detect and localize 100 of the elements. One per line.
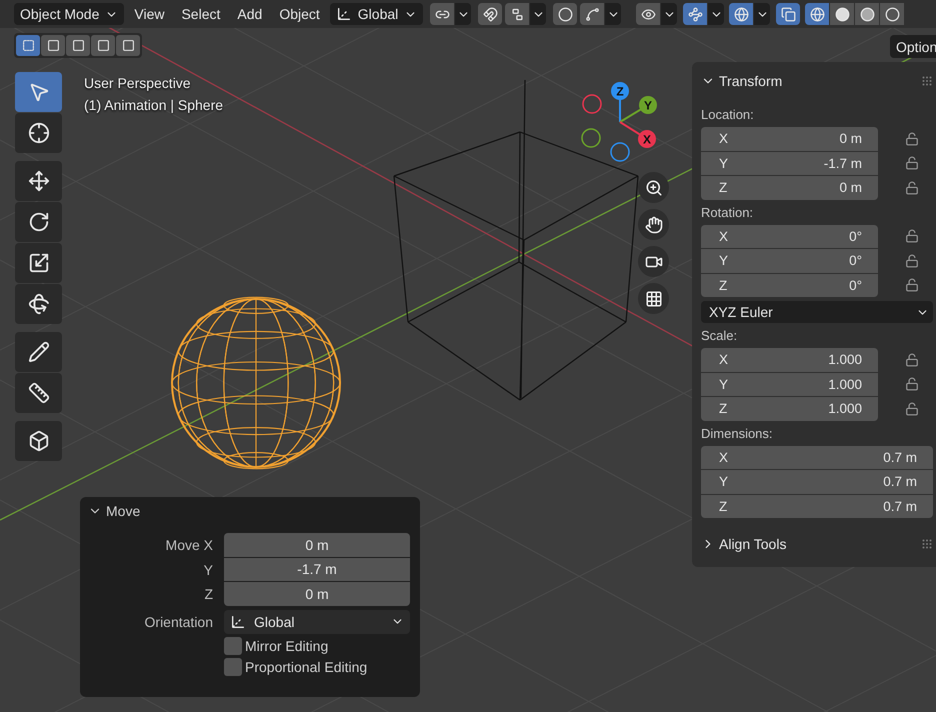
number-field[interactable]: X 0°	[701, 224, 878, 248]
field-label: Move X	[164, 537, 213, 554]
number-field[interactable]: 0 m	[224, 533, 410, 556]
unlocked-lock-icon[interactable]	[905, 278, 919, 292]
zoom-button[interactable]	[638, 172, 669, 203]
menu-item[interactable]: Select	[174, 3, 228, 25]
panel-header[interactable]: Align Tools	[701, 536, 786, 552]
drag-handle-icon[interactable]	[921, 75, 933, 87]
toolbar-toggle[interactable]	[776, 3, 800, 25]
options-button[interactable]: Option	[890, 35, 936, 58]
menu-item[interactable]: Add	[230, 3, 270, 25]
shading-mode-button[interactable]	[880, 3, 904, 25]
tool-button[interactable]	[15, 202, 62, 242]
move-arrows-icon	[28, 170, 50, 192]
camera-button[interactable]	[638, 246, 669, 277]
number-field[interactable]: X 0.7 m	[701, 446, 933, 469]
pan-button[interactable]	[638, 209, 669, 240]
drag-handle-icon[interactable]	[921, 538, 933, 550]
toggle-menu-button[interactable]	[530, 3, 546, 25]
axis-handle[interactable]	[610, 142, 630, 162]
unlocked-lock-icon[interactable]	[905, 254, 919, 268]
tool-button[interactable]	[15, 373, 62, 413]
pencil-icon	[28, 341, 50, 363]
group-label: Dimensions:	[701, 424, 774, 442]
mode-dropdown[interactable]: Object Mode	[14, 3, 124, 25]
shading-mode-button[interactable]	[830, 3, 854, 25]
unlocked-lock-icon[interactable]	[905, 402, 919, 416]
toolbar-toggle[interactable]	[553, 3, 578, 25]
toolbar-toggle[interactable]	[430, 3, 454, 25]
grid-view-button[interactable]	[638, 283, 669, 314]
number-field[interactable]: Y 0°	[701, 249, 878, 272]
number-field[interactable]: -1.7 m	[224, 558, 410, 581]
crosshair-icon	[28, 122, 50, 144]
tool-button[interactable]	[15, 243, 62, 283]
toggle-menu-button[interactable]	[605, 3, 622, 25]
hand-icon	[644, 216, 662, 234]
axis-label: X	[643, 132, 651, 146]
unlocked-lock-icon[interactable]	[905, 156, 919, 170]
number-field[interactable]: Z 1.000	[701, 397, 878, 420]
rotate-icon	[28, 211, 50, 233]
curve-icon	[584, 6, 600, 22]
number-field[interactable]: X 0 m	[701, 127, 878, 150]
menu-item[interactable]: View	[127, 3, 172, 25]
toolbar-toggle[interactable]	[636, 3, 660, 25]
unlocked-lock-icon[interactable]	[905, 352, 919, 367]
checkbox-label: Mirror Editing	[245, 638, 328, 654]
toggle-menu-button[interactable]	[661, 3, 678, 25]
axis-handle[interactable]	[581, 128, 601, 148]
tool-button[interactable]	[15, 421, 62, 461]
unlocked-lock-icon[interactable]	[905, 377, 919, 392]
field-label: Z	[203, 586, 213, 602]
toolbar-toggle[interactable]	[505, 3, 530, 25]
tool-button[interactable]	[15, 284, 62, 324]
toggle-menu-button[interactable]	[455, 3, 472, 25]
toggle-menu-button[interactable]	[708, 3, 724, 25]
toolbar-toggle[interactable]	[478, 3, 502, 25]
ruler-icon	[28, 382, 50, 404]
panel-header[interactable]: Move	[88, 503, 140, 519]
unlocked-lock-icon[interactable]	[905, 229, 919, 244]
square-icon	[22, 39, 34, 52]
shading-mode-button[interactable]	[805, 3, 830, 25]
number-field[interactable]: X 1.000	[701, 348, 878, 372]
orientation-dropdown[interactable]: Global	[224, 610, 410, 634]
square-icon	[122, 39, 134, 52]
axis-ball[interactable]	[639, 96, 657, 114]
unlocked-lock-icon[interactable]	[905, 180, 919, 195]
select-mode-button[interactable]	[91, 35, 115, 56]
axis-ball[interactable]	[611, 82, 629, 100]
number-field[interactable]: Y -1.7 m	[701, 152, 878, 175]
axis-ball[interactable]	[638, 130, 656, 148]
number-field[interactable]: Y 0.7 m	[701, 470, 933, 494]
gizmo-icon	[688, 6, 703, 22]
toolbar-toggle[interactable]	[729, 3, 754, 25]
checkbox[interactable]	[224, 658, 242, 676]
select-mode-button[interactable]	[41, 35, 65, 56]
rotation-mode-dropdown[interactable]: XYZ Euler	[701, 301, 933, 323]
axis-handle[interactable]	[582, 94, 602, 114]
select-mode-button[interactable]	[16, 35, 40, 56]
select-mode-button[interactable]	[66, 35, 90, 56]
orientation-dropdown[interactable]: Global	[330, 3, 424, 25]
menu-item[interactable]: Object	[272, 3, 327, 25]
tool-button[interactable]	[15, 161, 62, 201]
number-field[interactable]: 0 m	[224, 582, 410, 606]
number-field[interactable]: Z 0°	[701, 274, 878, 297]
number-field[interactable]: Y 1.000	[701, 372, 878, 396]
toggle-menu-button[interactable]	[754, 3, 770, 25]
unlocked-lock-icon[interactable]	[905, 132, 919, 146]
select-mode-button[interactable]	[116, 35, 140, 56]
checkbox[interactable]	[224, 636, 242, 654]
tool-button[interactable]	[15, 332, 62, 372]
number-field[interactable]: Z 0.7 m	[701, 494, 933, 518]
toolbar-toggle[interactable]	[683, 3, 708, 25]
grid-icon	[644, 290, 662, 308]
axes-icon	[336, 6, 352, 22]
tool-button[interactable]	[15, 113, 62, 153]
shading-mode-button[interactable]	[855, 3, 880, 25]
panel-header[interactable]: Transform	[701, 73, 782, 89]
number-field[interactable]: Z 0 m	[701, 176, 878, 200]
rendered-sphere-icon	[884, 6, 900, 22]
toolbar-toggle[interactable]	[580, 3, 604, 25]
